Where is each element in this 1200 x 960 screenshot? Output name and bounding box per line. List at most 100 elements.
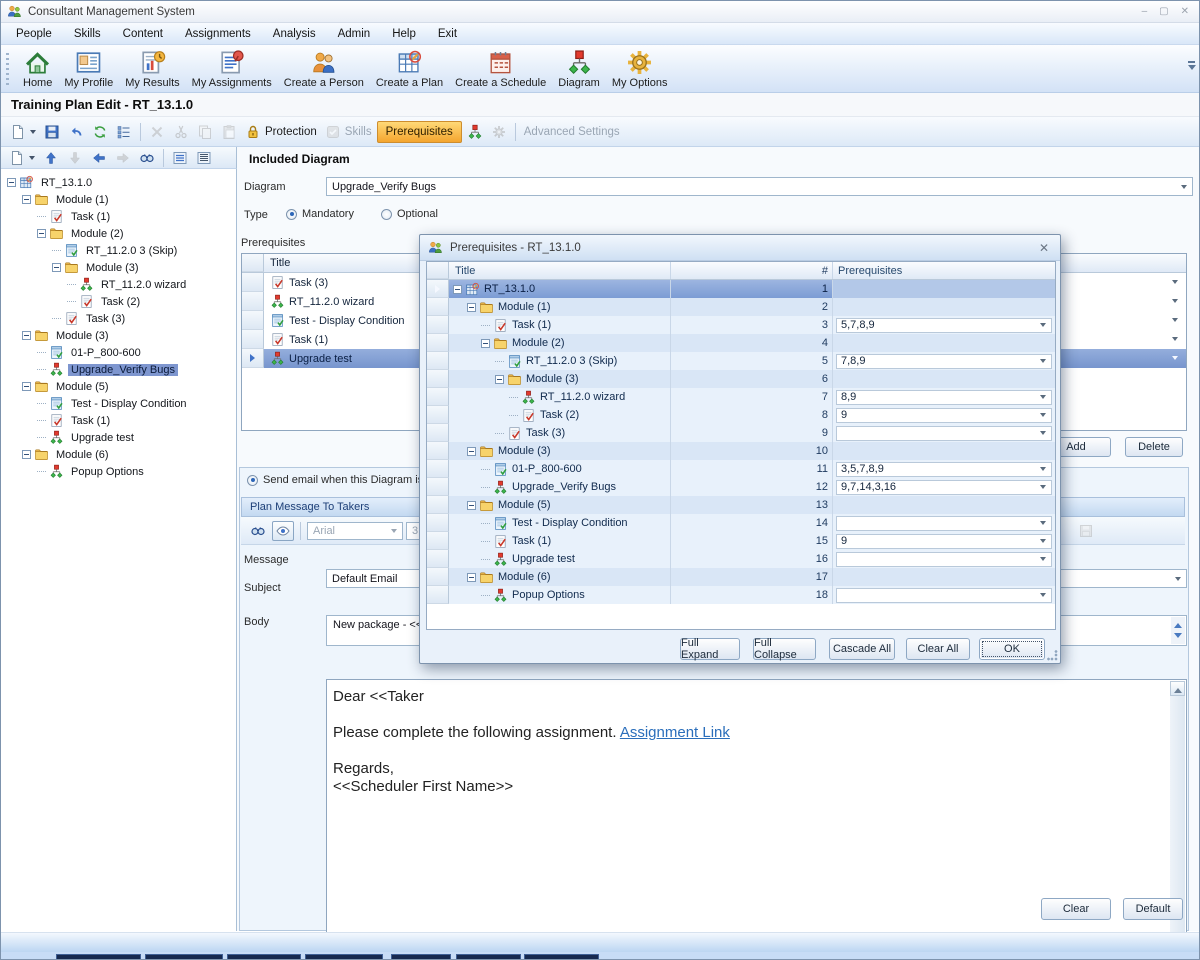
dialog-row-upgrade-test[interactable]: Upgrade test16 — [427, 550, 1055, 568]
tree-item-module-1[interactable]: Module (1) — [1, 191, 236, 208]
taskbar-window-button[interactable] — [56, 954, 141, 960]
prereq-editor[interactable]: 8,9 — [836, 390, 1052, 405]
dialog-row-module-6[interactable]: Module (6)17 — [427, 568, 1055, 586]
expander-icon[interactable] — [467, 573, 476, 582]
menu-help[interactable]: Help — [381, 25, 427, 43]
type-radio-mandatory[interactable]: Mandatory — [286, 208, 354, 220]
taskbar-window-button[interactable] — [305, 954, 383, 960]
diagram-button[interactable] — [464, 121, 486, 143]
tree-item-task-1[interactable]: Task (1) — [1, 412, 236, 429]
expander-icon[interactable] — [22, 331, 31, 340]
expander-icon[interactable] — [37, 229, 46, 238]
menu-content[interactable]: Content — [112, 25, 174, 43]
send-email-radio[interactable]: Send email when this Diagram is ava — [247, 474, 444, 486]
tree-item-upgrade-verify-bugs[interactable]: Upgrade_Verify Bugs — [1, 361, 236, 378]
menu-admin[interactable]: Admin — [327, 25, 382, 43]
dialog-row-test-display-condition[interactable]: Test - Display Condition14 — [427, 514, 1055, 532]
toolbar-my-profile[interactable]: My Profile — [58, 47, 119, 89]
prereq-editor[interactable] — [836, 426, 1052, 441]
dialog-row-task-1[interactable]: Task (1)159 — [427, 532, 1055, 550]
type-radio-optional[interactable]: Optional — [381, 208, 438, 220]
dialog-row-module-1[interactable]: Module (1)2 — [427, 298, 1055, 316]
full-expand-button[interactable]: Full Expand — [680, 638, 740, 660]
tree-item-upgrade-test[interactable]: Upgrade test — [1, 429, 236, 446]
copy-button[interactable] — [194, 121, 216, 143]
tree-item-01-p-800-600[interactable]: 01-P_800-600 — [1, 344, 236, 361]
tree-item-rt-13-1-0[interactable]: RT_13.1.0 — [1, 174, 236, 191]
tree-item-module-3[interactable]: Module (3) — [1, 327, 236, 344]
dialog-row-rt-11-2-0-3-skip[interactable]: RT_11.2.0 3 (Skip)57,8,9 — [427, 352, 1055, 370]
find-button[interactable] — [136, 147, 158, 169]
tree-item-task-2[interactable]: Task (2) — [1, 293, 236, 310]
right-button[interactable] — [112, 147, 134, 169]
delete-button[interactable] — [146, 121, 168, 143]
expander-icon[interactable] — [467, 303, 476, 312]
subject-scrollbar[interactable] — [1171, 617, 1185, 644]
protection-button[interactable]: Protection — [242, 121, 320, 143]
list-button[interactable] — [113, 121, 135, 143]
taskbar-window-button[interactable] — [227, 954, 301, 960]
prereq-editor[interactable] — [836, 588, 1052, 603]
clear-button[interactable]: Clear — [1041, 898, 1111, 920]
toolbar-create-a-plan[interactable]: Create a Plan — [370, 47, 449, 89]
outline-collapse-button[interactable] — [169, 147, 191, 169]
undo-button[interactable] — [65, 121, 87, 143]
diagram-combo[interactable]: Upgrade_Verify Bugs — [326, 177, 1193, 196]
prereq-editor[interactable] — [836, 552, 1052, 567]
tree-item-module-3[interactable]: Module (3) — [1, 259, 236, 276]
skills-button[interactable]: Skills — [322, 121, 375, 143]
expander-icon[interactable] — [467, 447, 476, 456]
left-button[interactable] — [88, 147, 110, 169]
refresh-button[interactable] — [89, 121, 111, 143]
dialog-row-rt-13-1-0[interactable]: RT_13.1.01 — [427, 280, 1055, 298]
tree-item-popup-options[interactable]: Popup Options — [1, 463, 236, 480]
resize-grip[interactable] — [1047, 650, 1058, 661]
toolbar-my-results[interactable]: My Results — [119, 47, 185, 89]
dialog-row-01-p-800-600[interactable]: 01-P_800-600113,5,7,8,9 — [427, 460, 1055, 478]
menu-assignments[interactable]: Assignments — [174, 25, 262, 43]
toolbar-diagram[interactable]: Diagram — [552, 47, 606, 89]
advanced-settings-button[interactable]: Advanced Settings — [521, 121, 623, 143]
toolbar-my-assignments[interactable]: My Assignments — [186, 47, 278, 89]
cascade-all-button[interactable]: Cascade All — [829, 638, 895, 660]
close-button[interactable]: ✕ — [1181, 6, 1189, 17]
new-button[interactable] — [7, 121, 39, 143]
cut-button[interactable] — [170, 121, 192, 143]
tree-item-rt-11-2-0-wizard[interactable]: RT_11.2.0 wizard — [1, 276, 236, 293]
prereq-editor[interactable]: 9,7,14,3,16 — [836, 480, 1052, 495]
prereq-editor[interactable] — [836, 516, 1052, 531]
dialog-row-task-1[interactable]: Task (1)35,7,8,9 — [427, 316, 1055, 334]
expander-icon[interactable] — [52, 263, 61, 272]
new-button[interactable] — [6, 147, 38, 169]
dialog-row-rt-11-2-0-wizard[interactable]: RT_11.2.0 wizard78,9 — [427, 388, 1055, 406]
dialog-row-popup-options[interactable]: Popup Options18 — [427, 586, 1055, 604]
taskbar-window-button[interactable] — [145, 954, 223, 960]
gear-button[interactable] — [488, 121, 510, 143]
minimize-button[interactable]: – — [1142, 6, 1148, 17]
toolbar-my-options[interactable]: My Options — [606, 47, 674, 89]
up-button[interactable] — [40, 147, 62, 169]
dialog-row-module-5[interactable]: Module (5)13 — [427, 496, 1055, 514]
save-button[interactable] — [41, 121, 63, 143]
dialog-row-module-2[interactable]: Module (2)4 — [427, 334, 1055, 352]
maximize-button[interactable]: ▢ — [1159, 6, 1168, 17]
dialog-row-task-2[interactable]: Task (2)89 — [427, 406, 1055, 424]
dialog-row-module-3[interactable]: Module (3)6 — [427, 370, 1055, 388]
default-button[interactable]: Default — [1123, 898, 1183, 920]
prereq-editor[interactable]: 3,5,7,8,9 — [836, 462, 1052, 477]
preview-button[interactable] — [272, 521, 294, 541]
outline-expand-button[interactable] — [193, 147, 215, 169]
expander-icon[interactable] — [495, 375, 504, 384]
expander-icon[interactable] — [481, 339, 490, 348]
expander-icon[interactable] — [22, 195, 31, 204]
tree-item-module-5[interactable]: Module (5) — [1, 378, 236, 395]
prereq-editor[interactable]: 5,7,8,9 — [836, 318, 1052, 333]
find-button[interactable] — [247, 521, 269, 541]
tree-item-task-1[interactable]: Task (1) — [1, 208, 236, 225]
taskbar-window-button[interactable] — [524, 954, 599, 960]
full-collapse-button[interactable]: Full Collapse — [753, 638, 816, 660]
clear-all-button[interactable]: Clear All — [906, 638, 970, 660]
taskbar-window-button[interactable] — [391, 954, 451, 960]
tree-item-module-2[interactable]: Module (2) — [1, 225, 236, 242]
toolbar-create-a-schedule[interactable]: Create a Schedule — [449, 47, 552, 89]
